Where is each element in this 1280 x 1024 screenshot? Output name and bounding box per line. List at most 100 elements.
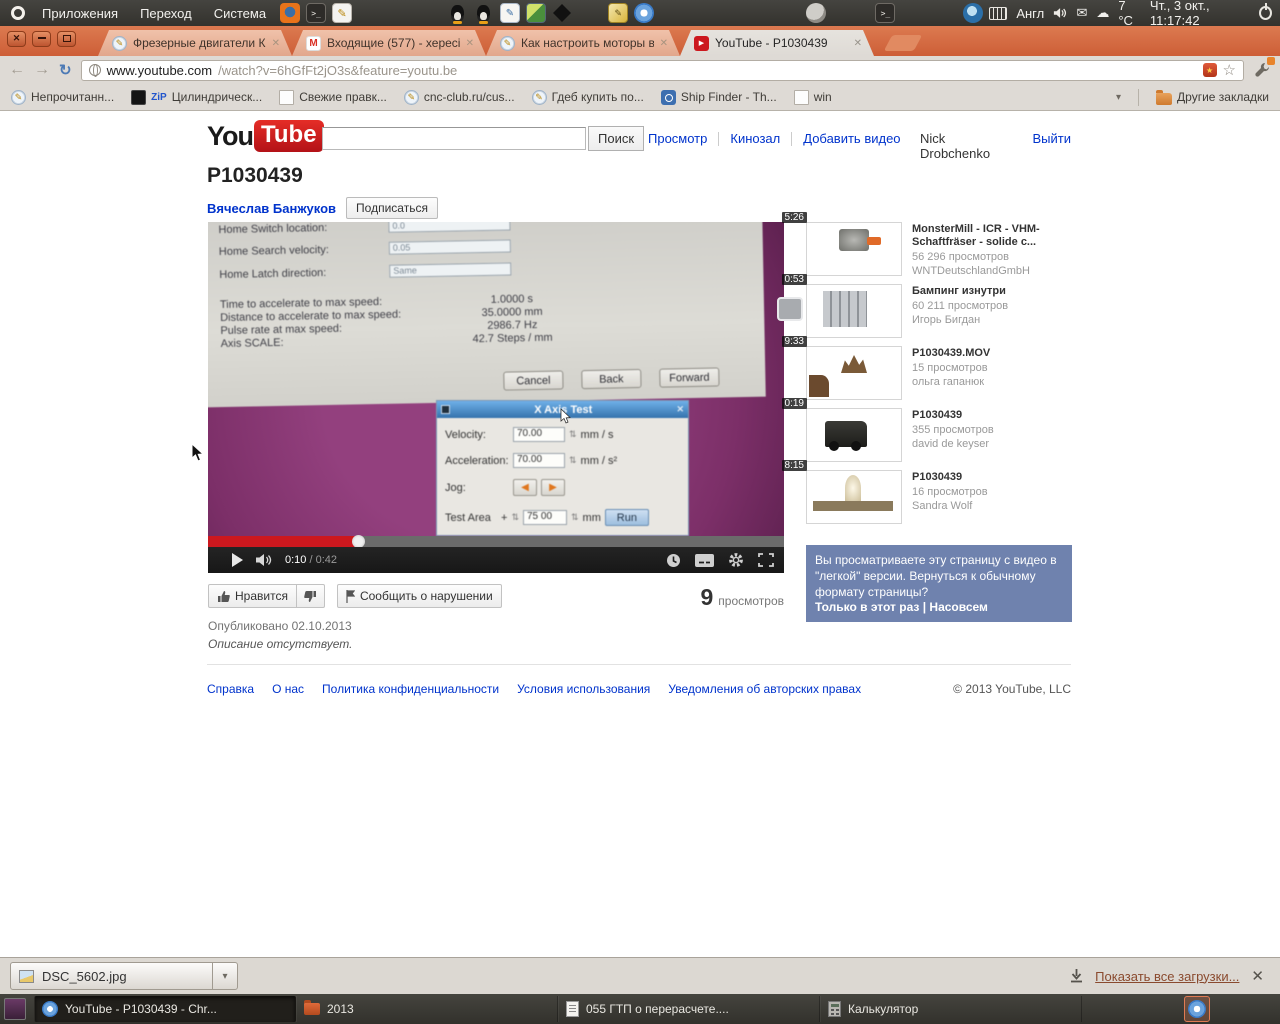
download-item[interactable]: DSC_5602.jpg ▾ [10, 962, 238, 990]
taskbar-window-chrome[interactable]: YouTube - P1030439 - Chr... [34, 996, 296, 1022]
video-thumbnail[interactable]: 5:26 [781, 212, 902, 276]
channel-link[interactable]: Вячеслав Банжуков [207, 201, 336, 216]
temperature-indicator[interactable]: 7 °C [1118, 0, 1141, 28]
search-input[interactable] [322, 127, 586, 150]
footer-privacy-link[interactable]: Политика конфиденциальности [322, 682, 499, 696]
volume-icon[interactable] [1053, 6, 1067, 20]
bookmark-item[interactable]: ✎ Гдеб купить по... [531, 89, 644, 105]
related-title[interactable]: P1030439 [912, 409, 1072, 422]
tux-icon-2[interactable] [474, 3, 494, 24]
video-player[interactable]: Home Switch location: 0.0 Home Search vel… [208, 222, 784, 536]
tab-close-icon[interactable]: ✕ [660, 38, 668, 49]
related-title[interactable]: P1030439 [912, 471, 1072, 484]
bookmark-item[interactable]: win [793, 89, 832, 105]
bookmark-item[interactable]: Свежие правк... [279, 89, 387, 105]
nav-upload-link[interactable]: Добавить видео [803, 131, 900, 146]
notice-once-link[interactable]: Только в этот раз [815, 600, 919, 614]
tab-close-icon[interactable]: ✕ [272, 38, 280, 49]
show-desktop-icon[interactable] [4, 998, 26, 1020]
footer-terms-link[interactable]: Условия использования [517, 682, 650, 696]
play-button[interactable] [232, 553, 243, 567]
close-shelf-icon[interactable]: ✕ [1251, 967, 1264, 985]
volume-button[interactable] [255, 553, 273, 567]
search-button[interactable]: Поиск [588, 126, 645, 151]
related-title[interactable]: MonsterMill - ICR - VHM-Schaftfräser - s… [912, 223, 1072, 249]
notice-forever-link[interactable]: Насовсем [929, 600, 988, 614]
editor-launcher-icon[interactable]: ✎ [499, 3, 520, 23]
tray-chromium-button[interactable] [1184, 996, 1210, 1022]
chart-app-icon[interactable] [525, 3, 546, 23]
bookmark-item[interactable]: ✎ Непрочитанн... [11, 89, 114, 105]
bookmark-star-icon[interactable]: ☆ [1223, 61, 1236, 79]
tab-youtube-active[interactable]: ▶ YouTube - P1030439 ✕ [680, 30, 874, 56]
menu-applications[interactable]: Приложения [34, 6, 126, 21]
window-maximize-button[interactable] [57, 31, 76, 47]
language-indicator[interactable]: Англ [1016, 6, 1044, 21]
terminal-icon-2[interactable]: >_ [875, 3, 896, 23]
plugin-blocked-icon[interactable]: ★ [1202, 63, 1217, 77]
video-thumbnail[interactable]: 8:15 [781, 460, 902, 524]
subscribe-button[interactable]: Подписаться [346, 197, 438, 219]
footer-copyright-link[interactable]: Уведомления об авторских правах [668, 682, 861, 696]
tux-icon-1[interactable] [448, 3, 468, 24]
video-thumbnail[interactable]: 9:33 [781, 336, 902, 400]
forward-button[interactable]: → [34, 62, 50, 78]
bookmark-item[interactable]: ✎ cnc-club.ru/cus... [403, 89, 515, 105]
related-title[interactable]: Бампинг изнутри [912, 285, 1072, 298]
back-button[interactable]: ← [9, 62, 25, 78]
other-bookmarks-button[interactable]: Другие закладки [1156, 89, 1269, 105]
power-icon[interactable] [1259, 3, 1273, 20]
dislike-button[interactable] [296, 584, 325, 608]
menu-system[interactable]: Система [206, 6, 274, 21]
video-thumbnail[interactable]: 0:19 [781, 398, 902, 462]
address-bar[interactable]: www.youtube.com /watch?v=6hGfFt2jO3s&fea… [80, 59, 1244, 81]
ruler-app-icon[interactable]: ✎ [608, 3, 629, 23]
reload-button[interactable]: ↻ [59, 61, 72, 79]
inkscape-icon[interactable] [552, 3, 572, 23]
watch-later-button[interactable] [666, 553, 681, 568]
related-video-4[interactable]: 0:19 P1030439 355 просмотров david de ke… [781, 398, 1072, 470]
chromium-launcher-icon[interactable] [634, 3, 655, 23]
like-button[interactable]: Нравится [208, 584, 297, 608]
youtube-logo[interactable]: You Tube [207, 120, 324, 152]
gimp-icon[interactable] [806, 3, 827, 23]
related-video-5[interactable]: 8:15 P1030439 16 просмотров Sandra Wolf [781, 460, 1072, 532]
taskbar-window-calculator[interactable]: Калькулятор [820, 996, 1082, 1022]
captions-button[interactable] [695, 553, 714, 567]
gedit-launcher-icon[interactable]: ✎ [332, 3, 353, 23]
firefox-launcher-icon[interactable] [280, 3, 301, 23]
nav-movies-link[interactable]: Кинозал [730, 131, 780, 146]
report-button[interactable]: Сообщить о нарушении [336, 584, 502, 608]
seek-bar[interactable] [208, 535, 784, 548]
bookmarks-overflow-caret-icon[interactable]: ▾ [1116, 92, 1121, 103]
ubuntu-logo-icon[interactable] [8, 3, 28, 23]
tab-3[interactable]: ✎ Как настроить моторы в ✕ [486, 30, 680, 56]
chrome-menu-wrench-icon[interactable] [1253, 57, 1275, 79]
window-close-button[interactable]: ✕ [7, 31, 26, 47]
keyboard-indicator-icon[interactable] [989, 6, 1008, 20]
menu-places[interactable]: Переход [132, 6, 200, 21]
video-thumbnail[interactable]: 0:53 [781, 274, 902, 338]
sign-out-link[interactable]: Выйти [1033, 131, 1072, 161]
related-video-1[interactable]: 5:26 MonsterMill - ICR - VHM-Schaftfräse… [781, 212, 1072, 284]
settings-gear-button[interactable] [728, 552, 744, 568]
mail-indicator-icon[interactable]: ✉ [1076, 5, 1087, 21]
username[interactable]: Nick Drobchenko [920, 131, 1015, 161]
taskbar-window-folder[interactable]: 2013 [296, 996, 558, 1022]
download-item-caret-icon[interactable]: ▾ [213, 971, 237, 982]
tab-2[interactable]: M Входящие (577) - хересin ✕ [292, 30, 486, 56]
clock-indicator[interactable]: Чт., 3 окт., 11:17:42 [1150, 0, 1250, 28]
related-title[interactable]: P1030439.MOV [912, 347, 1072, 360]
show-all-downloads-link[interactable]: Показать все загрузки... [1095, 969, 1239, 984]
window-minimize-button[interactable] [32, 31, 51, 47]
bookmark-item[interactable]: ZiP Цилиндрическ... [131, 89, 262, 105]
nav-browse-link[interactable]: Просмотр [648, 131, 707, 146]
tab-close-icon[interactable]: ✕ [466, 38, 474, 49]
related-video-3[interactable]: 9:33 P1030439.MOV 15 просмотров ольга га… [781, 336, 1072, 408]
tab-1[interactable]: ✎ Фрезерные двигатели Кr ✕ [98, 30, 292, 56]
footer-about-link[interactable]: О нас [272, 682, 304, 696]
thunderbird-icon[interactable] [963, 3, 984, 23]
tab-close-icon[interactable]: ✕ [854, 38, 862, 49]
taskbar-window-document[interactable]: 055 ГТП о перерасчете.... [558, 996, 820, 1022]
new-tab-button[interactable] [883, 35, 923, 51]
